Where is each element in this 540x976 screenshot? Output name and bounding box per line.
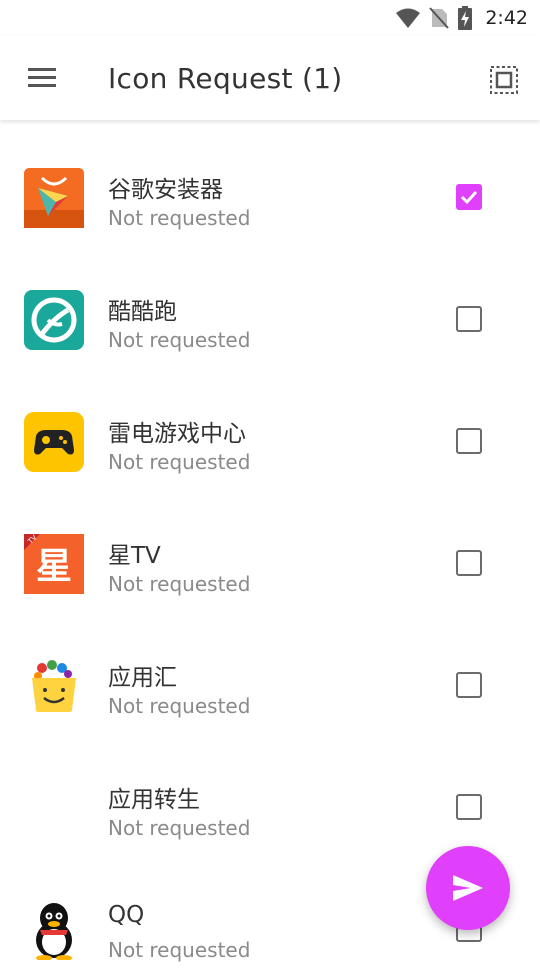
request-status: Not requested xyxy=(108,694,251,718)
request-status: Not requested xyxy=(108,572,251,596)
no-sim-icon xyxy=(429,7,450,29)
google-installer-icon xyxy=(24,168,84,228)
toolbar: Icon Request (1) xyxy=(0,36,540,120)
request-status: Not requested xyxy=(108,206,251,230)
status-bar: 2:42 xyxy=(0,0,540,36)
request-status: Not requested xyxy=(108,816,251,840)
list-item[interactable]: 应用转生 Not requested xyxy=(0,732,540,854)
app-name: 谷歌安装器 xyxy=(108,177,223,203)
send-icon xyxy=(453,875,483,901)
app-name: 应用转生 xyxy=(108,787,200,813)
gamepad-icon xyxy=(24,412,84,472)
battery-charging-icon xyxy=(458,6,473,30)
shopping-bag-icon xyxy=(24,656,84,716)
send-request-button[interactable] xyxy=(426,846,510,930)
request-checkbox[interactable] xyxy=(456,550,482,576)
app-name: 雷电游戏中心 xyxy=(108,421,246,447)
app-name: QQ xyxy=(108,902,145,928)
request-status: Not requested xyxy=(108,450,251,474)
list-item[interactable]: 应用汇 Not requested xyxy=(0,610,540,732)
request-status: Not requested xyxy=(108,938,251,962)
xing-tv-icon: 星 TV xyxy=(24,533,84,594)
request-checkbox[interactable] xyxy=(456,672,482,698)
request-status: Not requested xyxy=(108,328,251,352)
qq-penguin-icon xyxy=(24,900,84,961)
request-checkbox[interactable] xyxy=(456,794,482,820)
page-title: Icon Request (1) xyxy=(108,62,343,95)
clock: 2:42 xyxy=(485,7,528,29)
menu-icon[interactable] xyxy=(28,68,56,92)
request-checkbox[interactable] xyxy=(456,184,482,210)
app-name: 星TV xyxy=(108,543,161,569)
app-name: 酷酷跑 xyxy=(108,299,177,325)
wifi-icon xyxy=(396,8,421,28)
list-item[interactable]: 酷酷跑 Not requested xyxy=(0,244,540,366)
icon-glyph: 星 xyxy=(36,546,72,587)
list-item[interactable]: 星 TV 星TV Not requested xyxy=(0,488,540,610)
request-checkbox[interactable] xyxy=(456,428,482,454)
request-checkbox[interactable] xyxy=(456,306,482,332)
select-all-icon[interactable] xyxy=(490,66,518,98)
list-item[interactable]: 雷电游戏中心 Not requested xyxy=(0,366,540,488)
blank-app-icon xyxy=(24,778,84,838)
app-name: 应用汇 xyxy=(108,665,177,691)
list-item[interactable]: 谷歌安装器 Not requested xyxy=(0,122,540,244)
kukupao-icon xyxy=(24,290,84,350)
